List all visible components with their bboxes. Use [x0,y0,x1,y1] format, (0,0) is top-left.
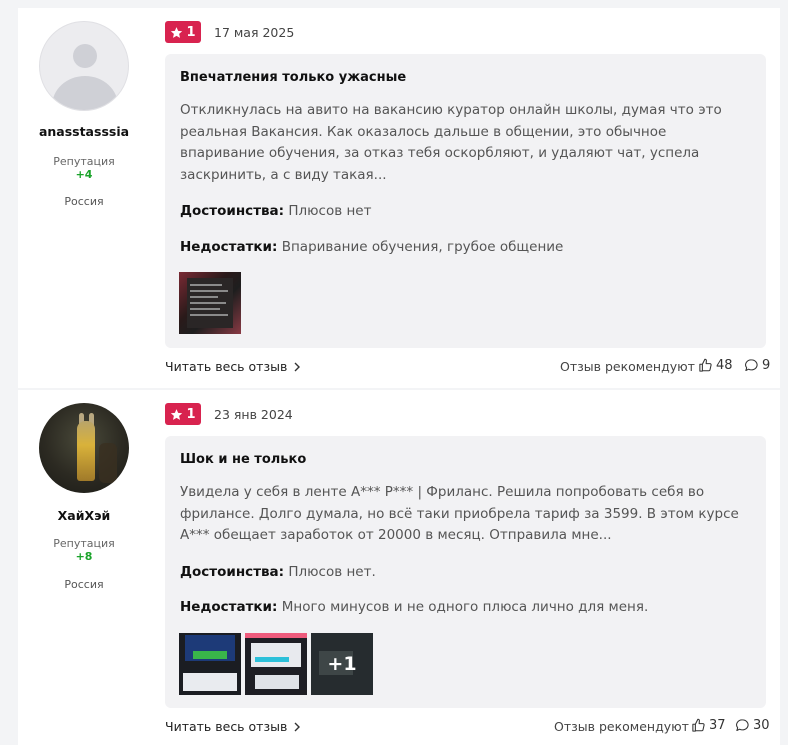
reputation-value: +8 [75,550,93,563]
chevron-right-icon [294,722,301,731]
review-image[interactable] [179,272,241,334]
rating-value: 1 [186,24,196,40]
likes-count: 37 [709,718,726,733]
cons-label: Недостатки: [180,599,278,615]
review-title[interactable]: Впечатления только ужасные [180,70,406,85]
rating-badge: 1 [165,403,201,425]
pros-text: Плюсов нет. [288,564,376,580]
reputation-value: +4 [75,168,93,181]
reputation-label: Репутация [53,155,115,168]
avatar[interactable] [39,403,129,493]
country: Россия [64,578,104,591]
avatar[interactable] [39,21,129,111]
read-full-review-link[interactable]: Читать весь отзыв [165,359,301,374]
review-pros: Достоинства: Плюсов нет [180,203,371,219]
read-full-review-link[interactable]: Читать весь отзыв [165,719,301,734]
read-more-label: Читать весь отзыв [165,719,288,734]
review-title[interactable]: Шок и не только [180,452,306,467]
chevron-right-icon [294,362,301,371]
read-more-label: Читать весь отзыв [165,359,288,374]
pros-label: Достоинства: [180,203,285,219]
review-date: 17 мая 2025 [214,25,295,40]
comment-icon [745,359,758,372]
comments-count: 30 [753,718,770,733]
review-text: Увидела у себя в ленте А*** Р*** | Фрила… [180,484,739,543]
pros-text: Плюсов нет [288,203,372,219]
rating-value: 1 [186,406,196,422]
like-button[interactable]: 37 [691,718,726,733]
comments-count: 9 [762,358,771,373]
review-image[interactable] [245,633,307,695]
review-card: ХайХэй Репутация +8 Россия 1 23 янв 2024… [18,390,780,745]
review-content: Впечатления только ужасные Откликнулась … [165,54,766,348]
user-placeholder-icon [73,44,97,68]
review-pros: Достоинства: Плюсов нет. [180,564,376,580]
comments-button[interactable]: 9 [744,358,770,373]
review-images: +1 [179,633,373,695]
review-content: Шок и не только Увидела у себя в ленте А… [165,436,766,708]
recommend-label: Отзыв рекомендуют [560,359,695,374]
likes-count: 48 [716,358,733,373]
recommend-label: Отзыв рекомендуют [554,719,689,734]
review-image[interactable] [179,633,241,695]
like-button[interactable]: 48 [698,358,733,373]
username[interactable]: ХайХэй [18,508,150,523]
star-icon [171,26,183,38]
cons-text: Много минусов и не одного плюса лично дл… [281,599,649,615]
thumbs-up-icon [699,358,712,372]
star-icon [171,408,183,420]
pros-label: Достоинства: [180,564,285,580]
comments-button[interactable]: 30 [735,718,770,733]
thumbs-up-icon [692,718,705,732]
review-text: Откликнулась на авито на вакансию курато… [180,102,722,183]
country: Россия [64,195,104,208]
review-image-more[interactable]: +1 [311,633,373,695]
cons-label: Недостатки: [180,239,278,255]
more-images-count: +1 [327,653,357,675]
reviews-page: anasstasssia Репутация +4 Россия 1 17 ма… [0,0,788,745]
reputation-label: Репутация [53,537,115,550]
rating-badge: 1 [165,21,201,43]
review-date: 23 янв 2024 [214,407,293,422]
cons-text: Впаривание обучения, грубое общение [281,239,564,255]
review-cons: Недостатки: Впаривание обучения, грубое … [180,239,563,255]
review-card: anasstasssia Репутация +4 Россия 1 17 ма… [18,8,780,388]
username[interactable]: anasstasssia [18,124,150,139]
comment-icon [736,719,749,732]
review-images [179,272,241,334]
review-cons: Недостатки: Много минусов и не одного пл… [180,599,648,615]
